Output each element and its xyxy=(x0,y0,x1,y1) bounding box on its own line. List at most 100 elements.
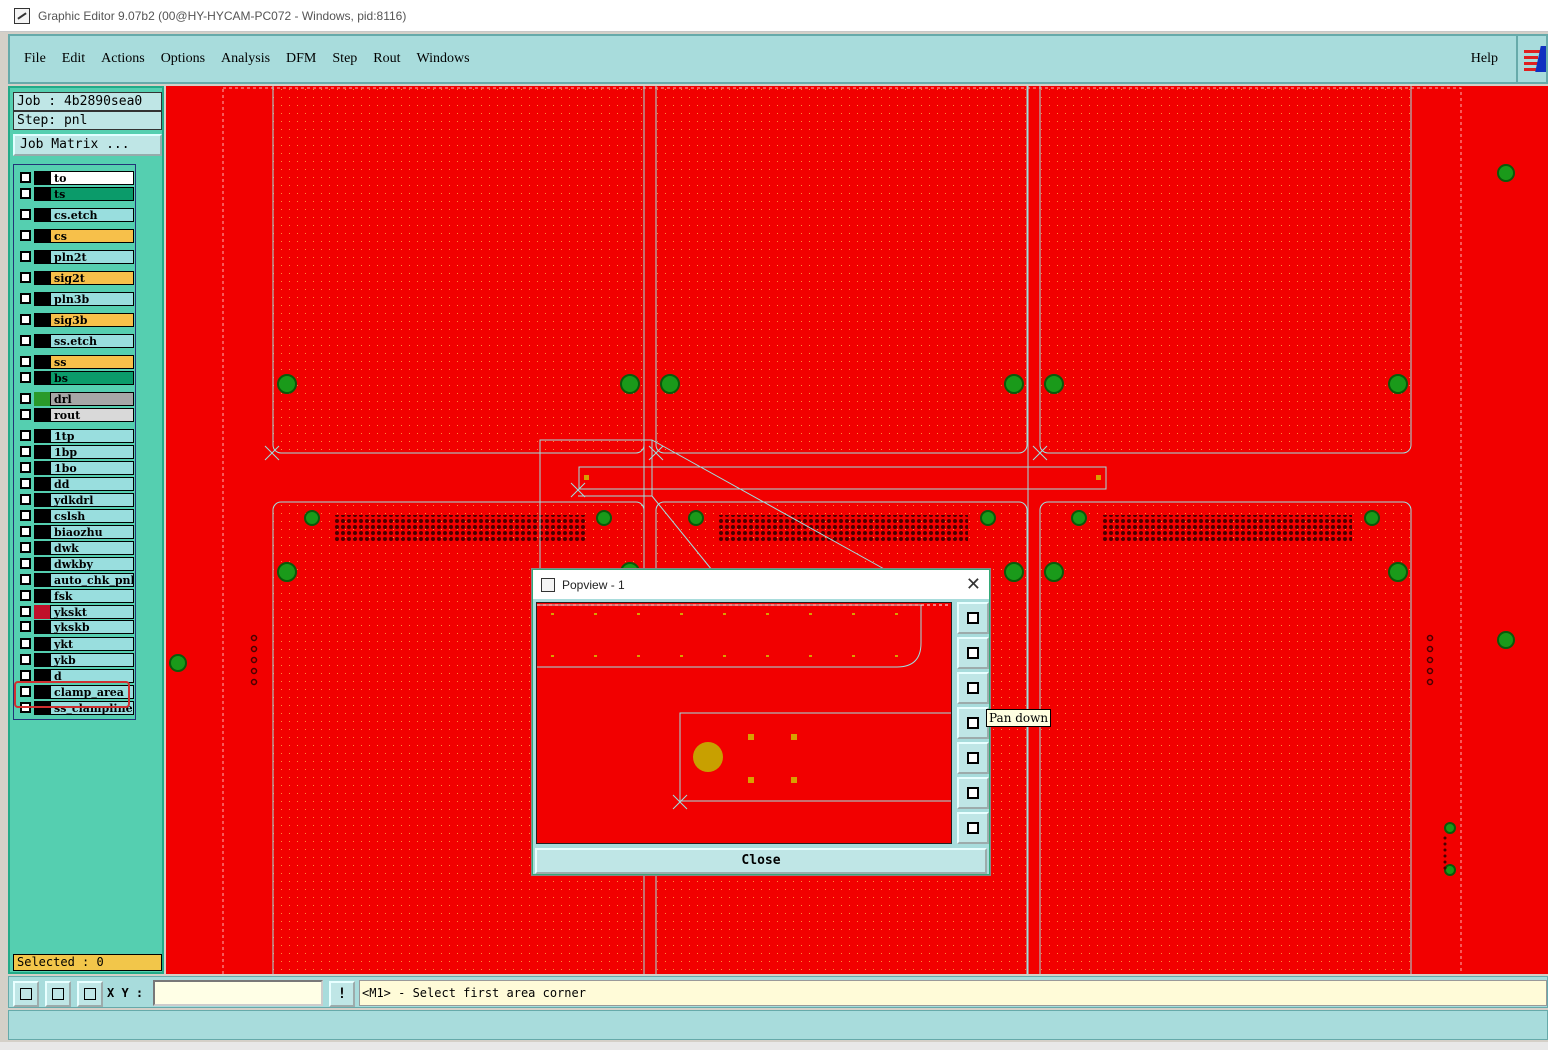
layer-row-ykskb[interactable]: ykskb xyxy=(16,620,136,634)
layer-name[interactable]: pln2t xyxy=(50,250,134,264)
layer-checkbox[interactable] xyxy=(20,209,31,220)
layer-row-ydkdrl[interactable]: ydkdrl xyxy=(16,493,136,507)
layer-row-cs.etch[interactable]: cs.etch xyxy=(16,208,136,222)
layer-name[interactable]: cslsh xyxy=(50,509,134,523)
layer-checkbox[interactable] xyxy=(20,430,31,441)
layer-checkbox[interactable] xyxy=(20,172,31,183)
menu-analysis[interactable]: Analysis xyxy=(221,51,270,67)
layer-name[interactable]: sig2t xyxy=(50,271,134,285)
layer-name[interactable]: ss.etch xyxy=(50,334,134,348)
measure-mode-button[interactable] xyxy=(45,981,71,1007)
layer-name[interactable]: pln3b xyxy=(50,292,134,306)
close-icon[interactable]: ✕ xyxy=(966,574,981,594)
layer-checkbox[interactable] xyxy=(20,654,31,665)
pan-right-button[interactable] xyxy=(957,742,989,774)
layer-row-ts[interactable]: ts xyxy=(16,187,136,201)
layer-row-1bo[interactable]: 1bo xyxy=(16,461,136,475)
layer-checkbox[interactable] xyxy=(20,446,31,457)
layer-checkbox[interactable] xyxy=(20,558,31,569)
menu-edit[interactable]: Edit xyxy=(62,51,85,67)
popview-close-button[interactable]: Close xyxy=(535,848,987,874)
layer-row-to[interactable]: to xyxy=(16,171,136,185)
layer-checkbox[interactable] xyxy=(20,494,31,505)
layer-row-sig2t[interactable]: sig2t xyxy=(16,271,136,285)
layer-checkbox[interactable] xyxy=(20,574,31,585)
layer-name[interactable]: cs xyxy=(50,229,134,243)
layer-row-ykskt[interactable]: ykskt xyxy=(16,605,136,619)
layer-row-1tp[interactable]: 1tp xyxy=(16,429,136,443)
layer-row-sig3b[interactable]: sig3b xyxy=(16,313,136,327)
snap-grid-button[interactable] xyxy=(77,981,103,1007)
menu-rout[interactable]: Rout xyxy=(373,51,400,67)
layer-checkbox[interactable] xyxy=(20,251,31,262)
layer-row-dd[interactable]: dd xyxy=(16,477,136,491)
layer-row-ss.etch[interactable]: ss.etch xyxy=(16,334,136,348)
layer-checkbox[interactable] xyxy=(20,230,31,241)
layer-checkbox[interactable] xyxy=(20,478,31,489)
layer-name[interactable]: ydkdrl xyxy=(50,493,134,507)
zoom-window-button[interactable] xyxy=(957,602,989,634)
layer-checkbox[interactable] xyxy=(20,638,31,649)
menu-options[interactable]: Options xyxy=(161,51,205,67)
layer-name[interactable]: drl xyxy=(50,392,134,406)
menu-windows[interactable]: Windows xyxy=(417,51,470,67)
layer-row-drl[interactable]: drl xyxy=(16,392,136,406)
layer-name[interactable]: cs.etch xyxy=(50,208,134,222)
layer-checkbox[interactable] xyxy=(20,335,31,346)
layer-checkbox[interactable] xyxy=(20,314,31,325)
layer-checkbox[interactable] xyxy=(20,526,31,537)
layer-row-fsk[interactable]: fsk xyxy=(16,589,136,603)
xy-input[interactable] xyxy=(153,980,323,1006)
layer-row-dwk[interactable]: dwk xyxy=(16,541,136,555)
layer-name[interactable]: dd xyxy=(50,477,134,491)
layer-checkbox[interactable] xyxy=(20,393,31,404)
layer-checkbox[interactable] xyxy=(20,606,31,617)
zoom-fit-button[interactable] xyxy=(957,777,989,809)
layer-name[interactable]: 1bo xyxy=(50,461,134,475)
layer-checkbox[interactable] xyxy=(20,462,31,473)
layer-checkbox[interactable] xyxy=(20,590,31,601)
layer-checkbox[interactable] xyxy=(20,510,31,521)
layer-checkbox[interactable] xyxy=(20,621,31,632)
layer-checkbox[interactable] xyxy=(20,293,31,304)
pan-up-button[interactable] xyxy=(957,637,989,669)
layer-row-ykb[interactable]: ykb xyxy=(16,653,136,667)
pan-down-button[interactable] xyxy=(957,672,989,704)
layer-row-rout[interactable]: rout xyxy=(16,408,136,422)
layer-name[interactable]: 1bp xyxy=(50,445,134,459)
menu-actions[interactable]: Actions xyxy=(101,51,145,67)
select-mode-button[interactable] xyxy=(13,981,39,1007)
layer-checkbox[interactable] xyxy=(20,356,31,367)
layer-name[interactable]: fsk xyxy=(50,589,134,603)
layer-row-dwkby[interactable]: dwkby xyxy=(16,557,136,571)
layer-name[interactable]: biaozhu xyxy=(50,525,134,539)
layer-row-pln2t[interactable]: pln2t xyxy=(16,250,136,264)
layer-name[interactable]: rout xyxy=(50,408,134,422)
layer-checkbox[interactable] xyxy=(20,409,31,420)
layer-name[interactable]: ykskb xyxy=(50,620,134,634)
layer-row-ykt[interactable]: ykt xyxy=(16,637,136,651)
layer-row-auto_chk_pnl[interactable]: auto_chk_pnl xyxy=(16,573,136,587)
layer-name[interactable]: auto_chk_pnl xyxy=(50,573,134,587)
layer-name[interactable]: sig3b xyxy=(50,313,134,327)
layer-name[interactable]: dwk xyxy=(50,541,134,555)
menu-file[interactable]: File xyxy=(24,51,46,67)
layer-name[interactable]: ykb xyxy=(50,653,134,667)
layer-row-ss[interactable]: ss xyxy=(16,355,136,369)
layer-name[interactable]: ykt xyxy=(50,637,134,651)
menu-help[interactable]: Help xyxy=(1471,51,1498,67)
layer-name[interactable]: ss xyxy=(50,355,134,369)
layer-checkbox[interactable] xyxy=(20,188,31,199)
layer-checkbox[interactable] xyxy=(20,272,31,283)
zoom-home-button[interactable] xyxy=(957,812,989,844)
layer-row-pln3b[interactable]: pln3b xyxy=(16,292,136,306)
layer-checkbox[interactable] xyxy=(20,542,31,553)
popview-canvas[interactable] xyxy=(536,602,952,844)
pan-left-button[interactable] xyxy=(957,707,989,739)
menu-step[interactable]: Step xyxy=(332,51,357,67)
layer-name[interactable]: bs xyxy=(50,371,134,385)
layer-name[interactable]: dwkby xyxy=(50,557,134,571)
layer-row-biaozhu[interactable]: biaozhu xyxy=(16,525,136,539)
layer-name[interactable]: to xyxy=(50,171,134,185)
layer-row-cslsh[interactable]: cslsh xyxy=(16,509,136,523)
